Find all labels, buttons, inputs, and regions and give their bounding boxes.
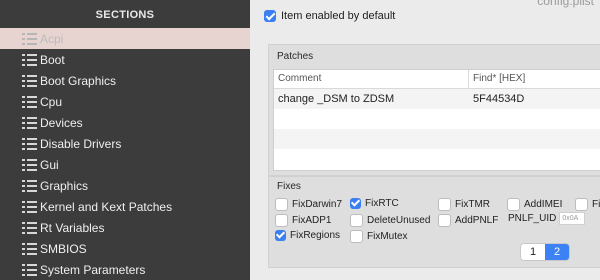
checkbox-icon — [275, 214, 288, 227]
checkbox-icon — [575, 198, 588, 211]
checkbox-checked-icon — [350, 198, 361, 209]
patches-section: Patches Comment Find* [HEX] change _DSM … — [268, 44, 600, 176]
checkbox-icon — [507, 198, 520, 211]
sidebar-item-devices[interactable]: Devices — [0, 112, 250, 133]
sidebar-item-system-parameters[interactable]: System Parameters — [0, 259, 250, 280]
list-icon — [22, 221, 40, 235]
fix-label: DeleteUnused — [367, 215, 431, 226]
fix-fixtmr-checkbox[interactable]: FixTMR — [438, 198, 490, 211]
fix-label: AddPNLF — [455, 215, 499, 226]
sidebar: SECTIONS Acpi Boot Boot Graphics Cpu Dev… — [0, 0, 250, 280]
sidebar-item-cpu[interactable]: Cpu — [0, 91, 250, 112]
sidebar-item-label: Kernel and Kext Patches — [40, 199, 173, 214]
fix-fixrtc-checkbox[interactable]: FixRTC — [350, 198, 399, 209]
fix-fixmutex-checkbox[interactable]: FixMutex — [350, 230, 408, 243]
sidebar-item-label: Boot — [40, 52, 65, 67]
sidebar-item-label: Graphics — [40, 178, 89, 193]
pnlf-uid-field: PNLF_UID 0x0A — [508, 212, 586, 225]
list-icon — [22, 242, 40, 256]
fix-label: FixRTC — [365, 198, 399, 209]
sidebar-item-label: Acpi — [40, 31, 64, 46]
fix-fixi-checkbox[interactable]: FixI — [575, 198, 600, 211]
fix-label: AddIMEI — [524, 199, 563, 210]
sidebar-item-boot-graphics[interactable]: Boot Graphics — [0, 70, 250, 91]
list-icon — [22, 200, 40, 214]
fix-fixregions-checkbox[interactable]: FixRegions — [275, 230, 340, 241]
sidebar-item-graphics[interactable]: Graphics — [0, 175, 250, 196]
list-icon — [22, 263, 40, 277]
table-row-empty[interactable] — [274, 109, 600, 129]
checkbox-checked-icon — [275, 230, 286, 241]
patches-table: Comment Find* [HEX] change _DSM to ZDSM … — [273, 69, 600, 171]
sidebar-item-label: Disable Drivers — [40, 136, 122, 151]
list-icon — [22, 116, 40, 130]
table-row[interactable]: change _DSM to ZDSM 5F44534D — [274, 89, 600, 109]
sidebar-item-label: Gui — [40, 157, 59, 172]
column-header-comment[interactable]: Comment — [274, 70, 469, 88]
fix-addpnlf-checkbox[interactable]: AddPNLF — [438, 214, 498, 227]
sidebar-header: SECTIONS — [95, 9, 155, 21]
list-icon — [22, 95, 40, 109]
fix-label: FixDarwin7 — [292, 199, 343, 210]
list-icon — [22, 137, 40, 151]
checkbox-icon — [438, 214, 451, 227]
column-header-find[interactable]: Find* [HEX] — [469, 70, 525, 88]
fix-addimei-checkbox[interactable]: AddIMEI — [507, 198, 562, 211]
page-1-button[interactable]: 1 — [521, 244, 545, 260]
fix-fixdarwin7-checkbox[interactable]: FixDarwin7 — [275, 198, 342, 211]
fix-label: FixMutex — [367, 231, 408, 242]
item-enabled-checkbox[interactable]: Item enabled by default — [264, 10, 395, 22]
list-icon — [22, 158, 40, 172]
sidebar-item-label: Devices — [40, 115, 83, 130]
sidebar-item-label: SMBIOS — [40, 241, 87, 256]
cell-find: 5F44534D — [473, 93, 525, 105]
checkbox-icon — [438, 198, 451, 211]
sidebar-item-disable-drivers[interactable]: Disable Drivers — [0, 133, 250, 154]
checkbox-icon — [350, 230, 363, 243]
window-title: config.plist — [537, 0, 594, 8]
list-icon — [22, 32, 40, 46]
checkbox-checked-icon — [264, 10, 276, 22]
list-icon — [22, 74, 40, 88]
pnlf-uid-input[interactable]: 0x0A — [559, 212, 586, 225]
sidebar-item-label: System Parameters — [40, 262, 146, 277]
sidebar-item-gui[interactable]: Gui — [0, 154, 250, 175]
sidebar-item-boot[interactable]: Boot — [0, 49, 250, 70]
sidebar-item-rt-variables[interactable]: Rt Variables — [0, 217, 250, 238]
fixes-title: Fixes — [277, 181, 301, 192]
item-enabled-label: Item enabled by default — [281, 10, 396, 22]
sidebar-item-label: Boot Graphics — [40, 73, 117, 88]
main-panel: config.plist Item enabled by default Pat… — [250, 0, 600, 280]
list-icon — [22, 179, 40, 193]
fixes-pager: 1 2 — [520, 243, 570, 261]
pnlf-uid-label: PNLF_UID — [508, 213, 557, 224]
sidebar-item-smbios[interactable]: SMBIOS — [0, 238, 250, 259]
list-icon — [22, 53, 40, 67]
fix-label: FixI — [592, 199, 600, 210]
fix-label: FixRegions — [290, 230, 341, 241]
sidebar-item-kernel-and-kext-patches[interactable]: Kernel and Kext Patches — [0, 196, 250, 217]
cell-comment: change _DSM to ZDSM — [278, 93, 395, 105]
checkbox-icon — [350, 214, 363, 227]
patches-title: Patches — [277, 51, 314, 62]
fix-label: FixADP1 — [292, 215, 332, 226]
sidebar-item-acpi[interactable]: Acpi — [0, 28, 250, 49]
fix-deleteunused-checkbox[interactable]: DeleteUnused — [350, 214, 430, 227]
fix-label: FixTMR — [455, 199, 490, 210]
checkbox-icon — [275, 198, 288, 211]
table-header: Comment Find* [HEX] — [274, 70, 600, 89]
table-row-empty[interactable] — [274, 129, 600, 149]
sidebar-item-label: Rt Variables — [40, 220, 105, 235]
sidebar-item-label: Cpu — [40, 94, 63, 109]
fix-fixadp1-checkbox[interactable]: FixADP1 — [275, 214, 331, 227]
page-2-button[interactable]: 2 — [545, 244, 569, 260]
